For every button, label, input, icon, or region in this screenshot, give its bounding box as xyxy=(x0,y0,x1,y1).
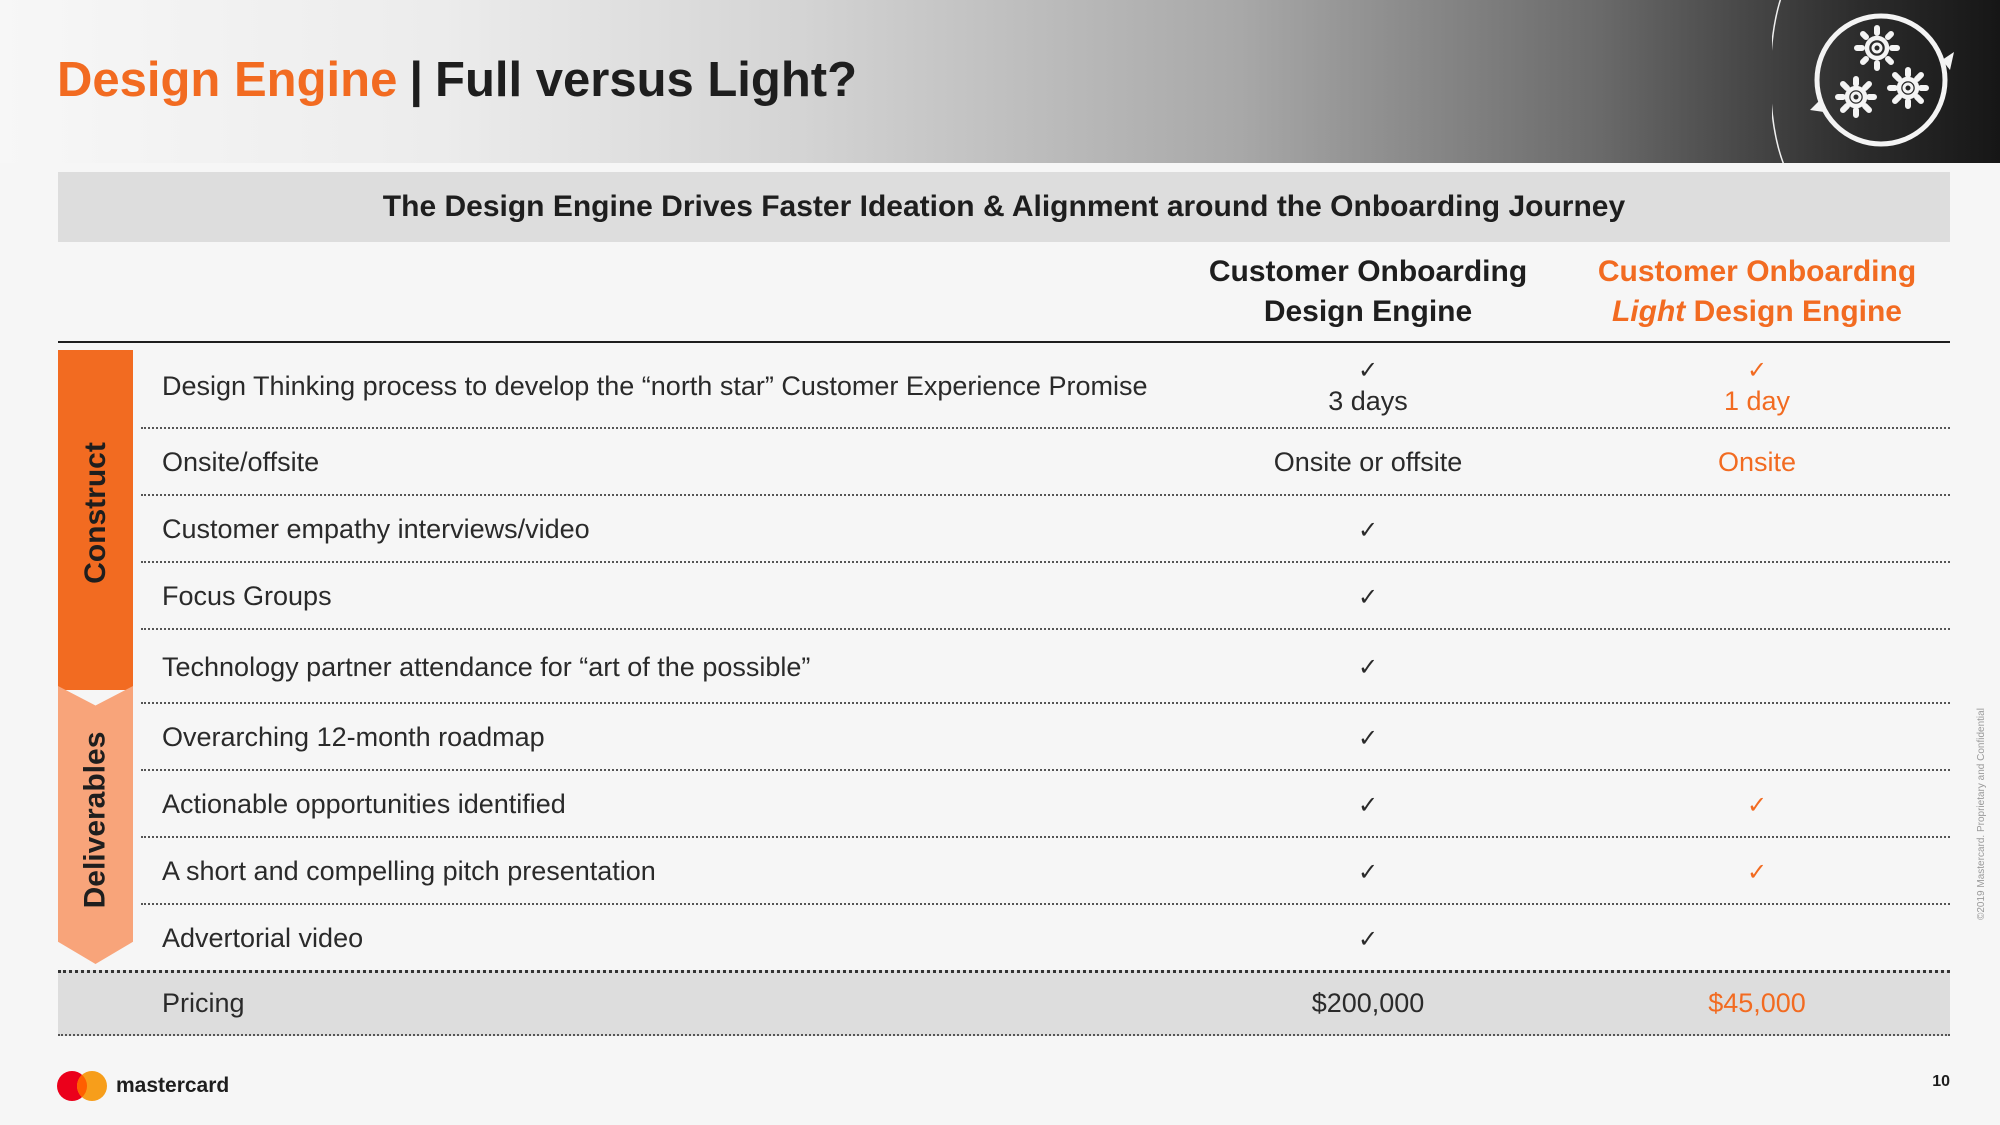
construct-section-label: Construct xyxy=(78,441,112,584)
checkmark-icon: ✓ xyxy=(1746,790,1768,819)
full-cell: ✓ xyxy=(1173,632,1563,702)
full-cell: ✓ xyxy=(1173,706,1563,769)
page-number: 10 xyxy=(1932,1073,1950,1090)
row-label: Technology partner attendance for “art o… xyxy=(162,651,811,682)
table-row: Focus Groups ✓ xyxy=(141,565,1950,630)
gears-cycle-icon xyxy=(1772,0,1954,163)
checkmark-icon: ✓ xyxy=(1357,723,1379,752)
column-header-full: Customer Onboarding Design Engine xyxy=(1173,252,1563,336)
row-label: Onsite/offsite xyxy=(162,447,320,477)
row-label: Focus Groups xyxy=(162,581,332,611)
full-cell: ✓ xyxy=(1173,907,1563,970)
pricing-full-value: $200,000 xyxy=(1311,987,1425,1018)
column-header-light-line1: Customer Onboarding xyxy=(1597,255,1917,288)
checkmark-icon: ✓ xyxy=(1746,857,1768,886)
table-row: Technology partner attendance for “art o… xyxy=(141,632,1950,704)
title-separator: | xyxy=(409,53,424,107)
table-row: Customer empathy interviews/video ✓ xyxy=(141,498,1950,563)
full-cell-text: Onsite or offsite xyxy=(1273,447,1463,477)
pricing-light-value: $45,000 xyxy=(1708,987,1806,1018)
full-cell: ✓ xyxy=(1173,565,1563,628)
column-header-full-line1: Customer Onboarding xyxy=(1208,255,1528,288)
full-cell: ✓ xyxy=(1173,773,1563,836)
checkmark-icon: ✓ xyxy=(1357,653,1379,681)
page-title: Design Engine | Full versus Light? xyxy=(57,50,857,110)
title-accent: Design Engine xyxy=(57,53,398,107)
banner-heading: The Design Engine Drives Faster Ideation… xyxy=(58,172,1950,242)
checkmark-icon: ✓ xyxy=(1357,924,1379,953)
column-header-light-line2: Light Design Engine xyxy=(1562,292,1952,332)
table-row: Advertorial video ✓ xyxy=(141,907,1950,970)
checkmark-icon: ✓ xyxy=(1746,356,1768,384)
checkmark-icon: ✓ xyxy=(1357,515,1379,544)
table-row: Actionable opportunities identified ✓ ✓ xyxy=(141,773,1950,838)
light-cell-text: 1 day xyxy=(1723,386,1791,416)
column-header-light-italic: Light xyxy=(1611,295,1686,328)
checkmark-icon: ✓ xyxy=(1357,582,1379,611)
row-label: Overarching 12-month roadmap xyxy=(162,722,545,752)
pricing-label: Pricing xyxy=(162,987,245,1018)
full-cell-text: 3 days xyxy=(1328,386,1408,416)
mastercard-logo-icon xyxy=(57,1071,107,1101)
full-cell: ✓ xyxy=(1173,498,1563,561)
full-cell: ✓ 3 days xyxy=(1173,346,1563,427)
column-header-light: Customer Onboarding Light Design Engine xyxy=(1562,252,1952,336)
mastercard-wordmark: mastercard xyxy=(116,1074,230,1097)
row-label: Customer empathy interviews/video xyxy=(162,514,590,544)
light-cell: ✓ 1 day xyxy=(1562,346,1952,427)
row-label: Actionable opportunities identified xyxy=(162,789,566,819)
column-header-full-line2: Design Engine xyxy=(1263,295,1473,328)
row-label: Design Thinking process to develop the “… xyxy=(162,371,1148,401)
table-row: Design Thinking process to develop the “… xyxy=(141,346,1950,429)
checkmark-icon: ✓ xyxy=(1357,356,1379,384)
full-cell: ✓ xyxy=(1173,840,1563,903)
table-row: A short and compelling pitch presentatio… xyxy=(141,840,1950,905)
table-row: Onsite/offsite Onsite or offsite Onsite xyxy=(141,431,1950,496)
light-cell: Onsite xyxy=(1562,431,1952,494)
table-top-rule xyxy=(58,341,1950,343)
deliverables-section-label: Deliverables xyxy=(78,731,112,909)
title-main: Full versus Light? xyxy=(435,53,858,107)
light-cell-text: Onsite xyxy=(1717,447,1797,477)
row-label: A short and compelling pitch presentatio… xyxy=(162,856,656,886)
light-cell: ✓ xyxy=(1562,773,1952,836)
row-label: Advertorial video xyxy=(162,923,364,953)
table-row: Overarching 12-month roadmap ✓ xyxy=(141,706,1950,771)
checkmark-icon: ✓ xyxy=(1357,857,1379,886)
light-cell: ✓ xyxy=(1562,840,1952,903)
full-cell: Onsite or offsite xyxy=(1173,431,1563,494)
checkmark-icon: ✓ xyxy=(1357,790,1379,819)
column-header-light-rest: Design Engine xyxy=(1685,295,1902,328)
